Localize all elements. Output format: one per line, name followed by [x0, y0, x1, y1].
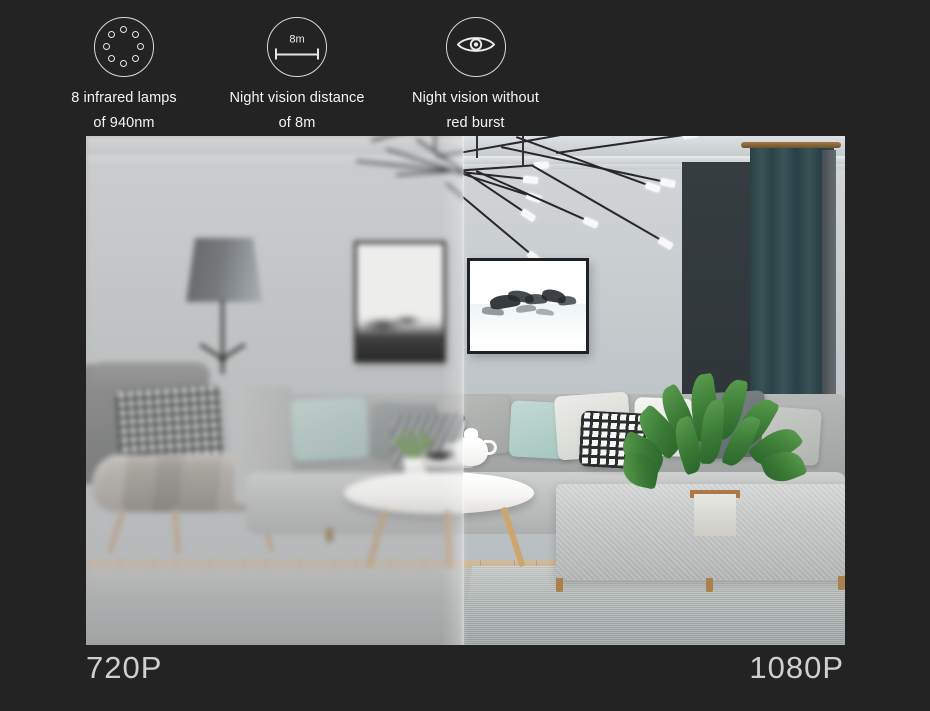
eye-icon [445, 17, 506, 77]
sofa-foot [326, 528, 333, 542]
distance-measure-icon: 8m [267, 17, 327, 77]
infrared-lamp-dot [120, 60, 127, 67]
feature-label-line2: of 940nm [93, 115, 155, 131]
sofa-cushion [290, 396, 370, 462]
label-720p: 720P [86, 650, 163, 685]
floor-lamp-shade [186, 238, 262, 302]
rug-texture [86, 568, 463, 645]
feature-night-vision-distance: 8m Night vision distance of 8m [206, 17, 388, 136]
chandelier-rod [463, 136, 594, 159]
feature-label: Night vision without red burst [382, 86, 569, 136]
chandelier-stem [522, 136, 524, 166]
feature-label-line1: 8 infrared lamps [71, 90, 177, 106]
infrared-lamp-dot [137, 43, 144, 50]
sofa-foot [838, 576, 845, 590]
promo-banner: 8 infrared lamps of 940nm 8m Night visio… [0, 0, 930, 711]
feature-label-line2: red burst [446, 115, 505, 131]
comparison-half-1080p [463, 136, 845, 645]
feature-label: Night vision distance of 8m [206, 86, 388, 136]
feature-infrared-lamps: 8 infrared lamps of 940nm [34, 17, 214, 136]
area-rug [86, 568, 463, 645]
artwork-peak [557, 295, 577, 306]
plant-pot [694, 494, 736, 536]
comparison-half-720p [86, 136, 463, 645]
chandelier-rod [555, 136, 685, 155]
resolution-labels: 720P 1080P [0, 646, 930, 711]
artwork-image [470, 261, 586, 351]
chandelier-rod [463, 136, 487, 143]
resolution-comparison-image [86, 136, 845, 645]
label-1080p: 1080P [749, 650, 844, 685]
framed-artwork-portrait [354, 241, 446, 363]
chandelier-stem [476, 136, 478, 158]
eye-icon-svg [456, 37, 495, 52]
feature-list: 8 infrared lamps of 940nm 8m Night visio… [0, 0, 930, 136]
sofa-foot [556, 578, 563, 592]
split-divider [462, 136, 464, 645]
infrared-lamp-ring-icon [94, 17, 154, 77]
feature-label-line1: Night vision distance [229, 90, 365, 106]
infrared-lamp-dot [107, 55, 115, 63]
floor-lamp-pole [221, 300, 224, 374]
teapot-lid [464, 428, 478, 438]
sofa-foot [706, 578, 713, 592]
potted-plant [616, 372, 808, 536]
feature-label: 8 infrared lamps of 940nm [34, 86, 214, 136]
chandelier-stem [434, 136, 436, 152]
distance-icon-text: 8m [289, 33, 305, 46]
infrared-lamp-dot [120, 26, 127, 33]
feature-night-vision-no-red-burst: Night vision without red burst [382, 17, 569, 136]
feature-label-line2: of 8m [278, 115, 316, 131]
framed-artwork-landscape [467, 258, 589, 354]
distance-bar [274, 48, 320, 60]
infrared-lamp-dot [132, 55, 140, 63]
artwork-image [357, 244, 443, 360]
infrared-lamp-dot [103, 43, 110, 50]
split-gradient [442, 136, 462, 645]
infrared-lamp-dot [132, 30, 140, 38]
chandelier [463, 136, 786, 255]
feature-label-line1: Night vision without [412, 90, 539, 106]
infrared-lamp-dot [107, 30, 115, 38]
